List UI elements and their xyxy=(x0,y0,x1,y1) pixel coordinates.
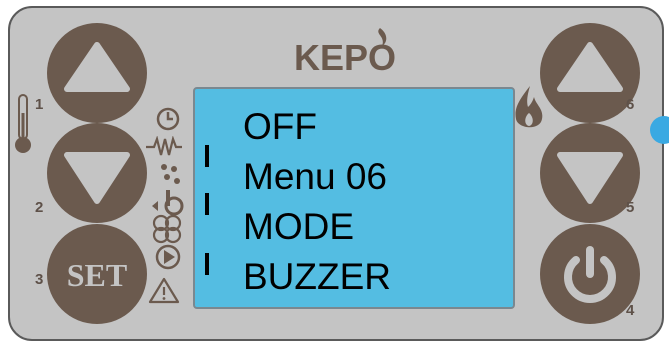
button-number-5: 5 xyxy=(626,199,635,216)
lcd-display: OFF Menu 06 MODE BUZZER xyxy=(193,87,515,309)
down-arrow-icon xyxy=(64,152,130,204)
thermometer-icon xyxy=(15,94,31,153)
set-button[interactable]: SET xyxy=(47,224,147,324)
power-icon xyxy=(564,246,616,303)
lcd-line-2: Menu 06 xyxy=(243,156,387,197)
up-button-1[interactable] xyxy=(47,23,147,123)
fan-icon xyxy=(152,214,182,244)
pellet-icon xyxy=(161,164,180,184)
button-number-6: 6 xyxy=(626,96,635,113)
set-label: SET xyxy=(67,257,127,293)
auger-icon xyxy=(152,190,184,216)
up-arrow-icon xyxy=(557,42,623,92)
down-button-2[interactable] xyxy=(47,123,147,223)
button-number-4: 4 xyxy=(626,302,635,319)
button-number-3: 3 xyxy=(35,271,44,288)
clock-icon xyxy=(156,107,180,131)
power-button[interactable] xyxy=(540,224,640,324)
lcd-segment-marker xyxy=(205,145,209,167)
flame-icon xyxy=(515,86,543,128)
down-arrow-icon xyxy=(557,152,623,204)
lcd-segment-marker xyxy=(205,193,209,215)
kepo-logo: KEPO xyxy=(294,28,396,76)
down-button-5[interactable] xyxy=(540,123,640,223)
play-icon xyxy=(155,244,181,270)
up-arrow-icon xyxy=(64,42,130,92)
up-button-6[interactable] xyxy=(540,23,640,123)
lcd-segment-marker xyxy=(205,253,209,275)
lcd-line-4: BUZZER xyxy=(243,256,391,297)
resistor-icon xyxy=(146,136,182,156)
svg-text:KEPO: KEPO xyxy=(294,37,396,76)
status-led xyxy=(650,116,669,144)
lcd-line-3: MODE xyxy=(243,206,354,247)
lcd-line-1: OFF xyxy=(243,106,317,147)
button-number-2: 2 xyxy=(35,199,44,216)
button-number-1: 1 xyxy=(35,96,44,113)
warning-icon xyxy=(148,277,180,304)
